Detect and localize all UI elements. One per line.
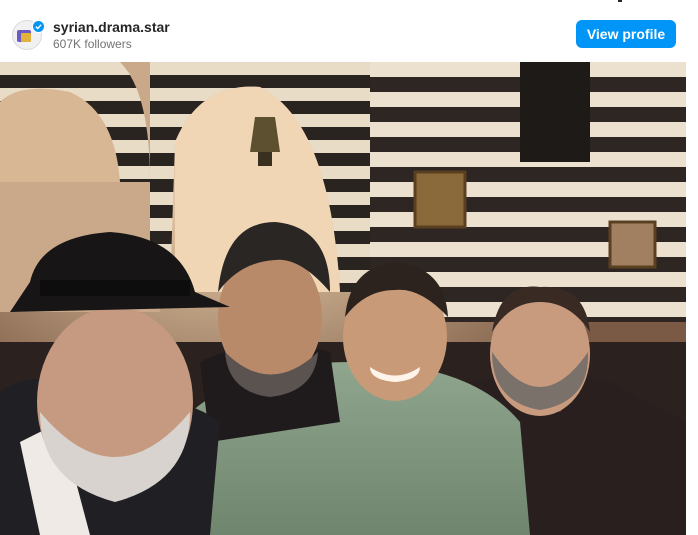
view-profile-button[interactable]: View profile	[576, 20, 676, 48]
username-link[interactable]: syrian.drama.star	[53, 19, 170, 35]
avatar-tile-shape	[21, 33, 31, 42]
photo-illustration	[0, 62, 686, 535]
followers-count: 607K followers	[53, 37, 132, 51]
verified-badge-icon	[32, 20, 45, 33]
more-options-icon[interactable]	[618, 0, 622, 2]
post-photo[interactable]	[0, 62, 686, 535]
page-gutter	[686, 62, 698, 535]
post-header: syrian.drama.star 607K followers View pr…	[0, 0, 698, 62]
